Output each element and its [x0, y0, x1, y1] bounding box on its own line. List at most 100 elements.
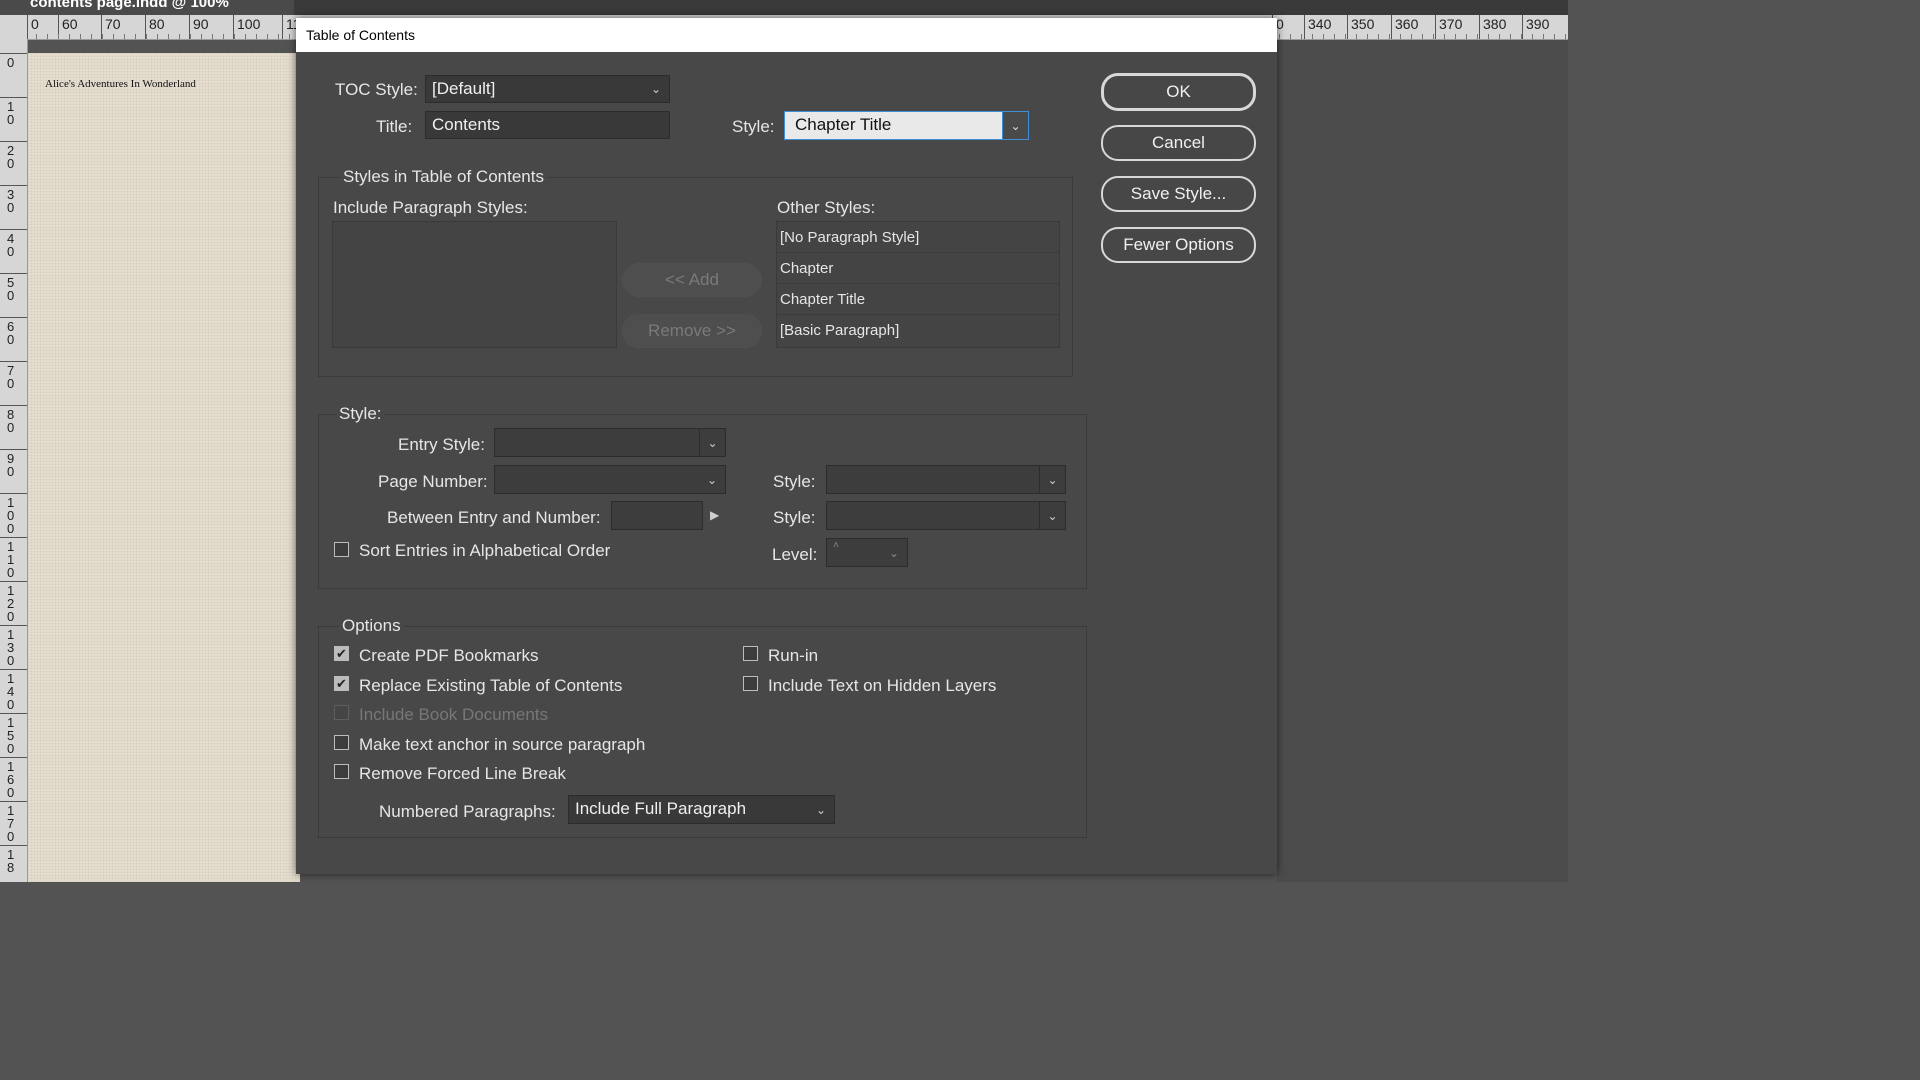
ruler-minor-tick	[1554, 34, 1555, 39]
list-item[interactable]: Chapter	[777, 253, 1059, 284]
ruler-minor-tick	[267, 34, 268, 39]
ruler-minor-tick	[1477, 34, 1478, 39]
ruler-tick: 20	[0, 141, 27, 170]
ruler-minor-tick	[234, 34, 235, 39]
ruler-minor-tick	[179, 34, 180, 39]
chevron-down-icon: ⌄	[1002, 112, 1028, 139]
ruler-minor-tick	[1510, 34, 1511, 39]
title-style-dropdown[interactable]: Chapter Title ⌄	[784, 111, 1029, 140]
ruler-tick: 160	[0, 757, 27, 799]
replace-existing-toc-label: Replace Existing Table of Contents	[359, 676, 623, 695]
between-style-dropdown[interactable]: ⌄	[826, 501, 1066, 530]
ruler-tick: 370	[1435, 15, 1462, 39]
options-legend: Options	[339, 616, 404, 636]
cancel-button[interactable]: Cancel	[1101, 125, 1256, 161]
ruler-minor-tick	[1378, 34, 1379, 39]
between-entry-number-label: Between Entry and Number:	[387, 508, 601, 527]
ruler-tick: 100	[0, 493, 27, 535]
list-item[interactable]: [Basic Paragraph]	[777, 315, 1059, 346]
page-number-dropdown[interactable]: ⌄	[494, 465, 726, 494]
between-entry-number-input[interactable]	[611, 501, 703, 530]
ok-button[interactable]: OK	[1101, 73, 1256, 111]
ruler-minor-tick	[289, 34, 290, 39]
include-book-documents-label: Include Book Documents	[359, 705, 548, 724]
ruler-tick: 50	[0, 273, 27, 302]
title-input[interactable]: Contents	[425, 111, 670, 139]
triangle-right-icon[interactable]: ▶	[710, 508, 719, 522]
ruler-tick: 340	[1304, 15, 1331, 39]
spinner-arrows-icon: ˄˅	[833, 540, 839, 551]
remove-style-button[interactable]: Remove >>	[622, 314, 762, 348]
level-stepper[interactable]: ˄˅ ⌄	[826, 538, 908, 567]
ruler-minor-tick	[1400, 34, 1401, 39]
ruler-minor-tick	[69, 34, 70, 39]
create-pdf-bookmarks-label: Create PDF Bookmarks	[359, 646, 539, 665]
ruler-minor-tick	[157, 34, 158, 39]
ruler-tick: 10	[0, 97, 27, 126]
dialog-title: Table of Contents	[296, 18, 1277, 52]
other-styles-label: Other Styles:	[777, 198, 876, 217]
include-book-documents-checkbox[interactable]	[334, 705, 349, 720]
ruler-minor-tick	[1301, 34, 1302, 39]
ruler-tick: 380	[1479, 15, 1506, 39]
toc-style-dropdown[interactable]: [Default] ⌄	[425, 75, 670, 103]
chevron-down-icon: ⌄	[1039, 502, 1065, 529]
ruler-tick: 170	[0, 801, 27, 843]
ruler-minor-tick	[190, 34, 191, 39]
numbered-paragraphs-dropdown[interactable]: Include Full Paragraph ⌄	[568, 795, 835, 824]
other-styles-list[interactable]: [No Paragraph Style] Chapter Chapter Tit…	[776, 221, 1060, 348]
ruler-tick: 90	[0, 449, 27, 478]
chevron-down-icon: ⌄	[706, 472, 718, 487]
ruler-tick: 120	[0, 581, 27, 623]
ruler-minor-tick	[256, 34, 257, 39]
replace-existing-toc-checkbox[interactable]: ✔	[334, 676, 349, 691]
fewer-options-button[interactable]: Fewer Options	[1101, 227, 1256, 263]
include-paragraph-styles-list[interactable]	[332, 221, 617, 348]
entry-style-dropdown[interactable]: ⌄	[494, 428, 726, 457]
ruler-minor-tick	[1279, 34, 1280, 39]
chevron-down-icon: ⌄	[888, 545, 900, 560]
ruler-minor-tick	[1488, 34, 1489, 39]
create-pdf-bookmarks-checkbox[interactable]: ✔	[334, 646, 349, 661]
document-page[interactable]: Alice's Adventures In Wonderland	[28, 53, 300, 882]
chevron-down-icon: ⌄	[699, 429, 725, 456]
ruler-minor-tick	[212, 34, 213, 39]
make-text-anchor-checkbox[interactable]	[334, 735, 349, 750]
ruler-minor-tick	[1543, 34, 1544, 39]
ruler-tick: 70	[0, 361, 27, 390]
add-style-button[interactable]: << Add	[622, 263, 762, 297]
list-item[interactable]: [No Paragraph Style]	[777, 222, 1059, 253]
chevron-down-icon: ⌄	[1039, 466, 1065, 493]
ruler-tick: 150	[0, 713, 27, 755]
ruler-minor-tick	[1444, 34, 1445, 39]
ruler-tick: 390	[1522, 15, 1549, 39]
run-in-checkbox[interactable]	[743, 646, 758, 661]
page-number-style-dropdown[interactable]: ⌄	[826, 465, 1066, 494]
title-label: Title:	[376, 117, 413, 136]
toc-dialog: Table of Contents TOC Style: [Default] ⌄…	[296, 18, 1277, 874]
document-tab[interactable]: contents page.indd @ 100%	[0, 0, 294, 15]
ruler-tick: 130	[0, 625, 27, 667]
level-label: Level:	[772, 545, 818, 564]
title-style-label: Style:	[732, 117, 775, 136]
toc-style-value: [Default]	[432, 79, 496, 98]
styles-in-toc-legend: Styles in Table of Contents	[340, 167, 547, 187]
ruler-minor-tick	[80, 34, 81, 39]
ruler-minor-tick	[1455, 34, 1456, 39]
ruler-tick: 140	[0, 669, 27, 711]
ruler-minor-tick	[278, 34, 279, 39]
include-hidden-layers-checkbox[interactable]	[743, 676, 758, 691]
ruler-tick: 30	[0, 185, 27, 214]
toc-style-label: TOC Style:	[335, 80, 418, 99]
list-item[interactable]: Chapter Title	[777, 284, 1059, 315]
chevron-down-icon: ⌄	[650, 82, 662, 96]
ruler-tick: 60	[0, 317, 27, 346]
remove-forced-line-break-checkbox[interactable]	[334, 764, 349, 779]
page-number-label: Page Number:	[378, 472, 488, 491]
save-style-button[interactable]: Save Style...	[1101, 176, 1256, 212]
vertical-ruler[interactable]: 0 10 20 30 40 50 60 70 80 90 100 110 120 130 140 150 160…	[0, 39, 28, 882]
checkmark-icon: ✔	[336, 675, 347, 691]
ruler-minor-tick	[1499, 34, 1500, 39]
sort-alphabetical-checkbox[interactable]	[334, 542, 349, 557]
ruler-minor-tick	[223, 34, 224, 39]
